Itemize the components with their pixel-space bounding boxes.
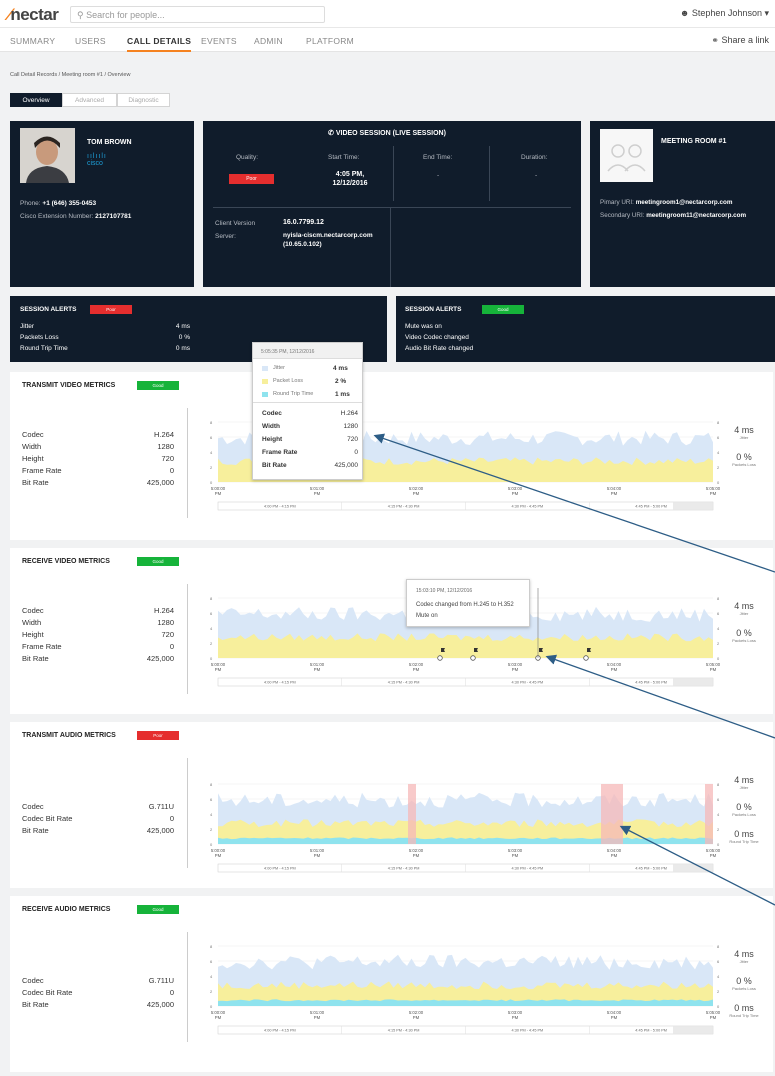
annotation-arrow	[373, 433, 775, 573]
annotation-arrows	[373, 433, 775, 906]
annotation-arrow	[545, 654, 775, 739]
annotation-arrow	[619, 825, 775, 906]
